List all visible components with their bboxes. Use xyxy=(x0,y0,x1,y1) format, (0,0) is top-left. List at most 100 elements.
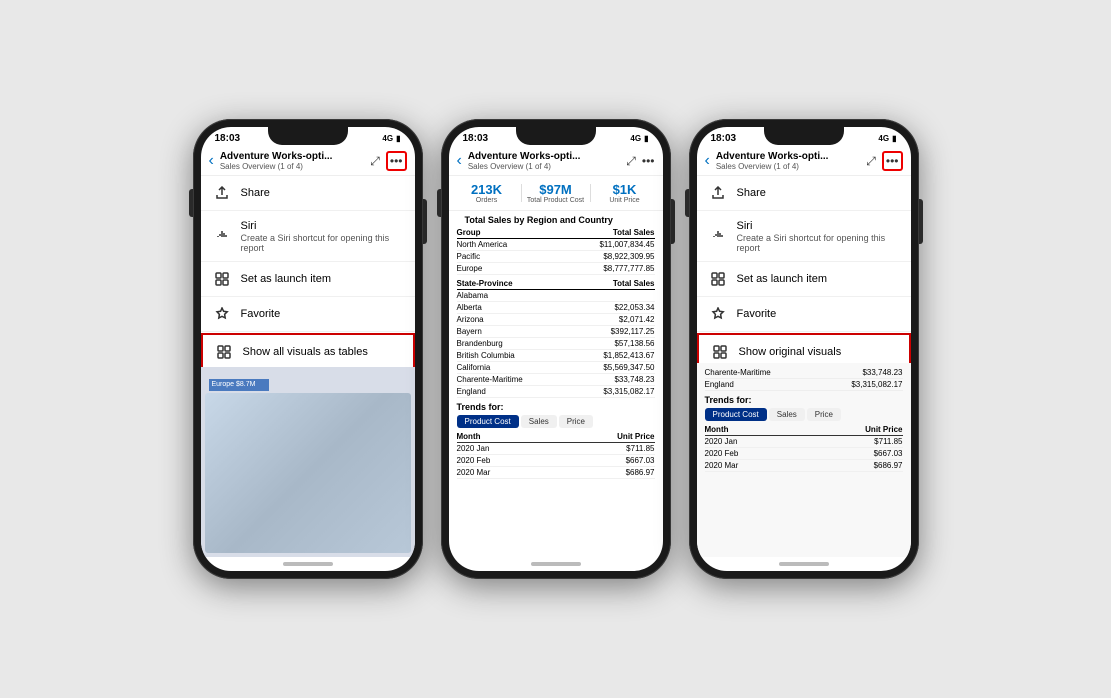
bg-row-0: Charente-Maritime $33,748.23 xyxy=(705,367,903,379)
more-icon-left[interactable]: ••• xyxy=(386,151,407,171)
region-row-2: Europe $8,777,777.85 xyxy=(457,263,655,275)
state-2-sales: $2,071.42 xyxy=(572,315,655,324)
launch-label-right: Set as launch item xyxy=(737,272,828,286)
report-content-middle: 213K Orders $97M Total Product Cost $1K … xyxy=(449,176,663,557)
back-button-left[interactable]: ‹ xyxy=(207,152,216,170)
siri-text-right: Siri Create a Siri shortcut for opening … xyxy=(737,219,899,253)
region-0-name: North America xyxy=(457,240,565,249)
bg-row-1-name: England xyxy=(705,380,734,389)
menu-share-left[interactable]: Share xyxy=(201,176,415,211)
header-icons-right: ⤢ ••• xyxy=(866,151,902,171)
expand-icon-middle[interactable]: ⤢ xyxy=(626,154,636,169)
expand-icon-left[interactable]: ⤢ xyxy=(370,154,380,169)
home-indicator-middle xyxy=(449,557,663,571)
trends-tabs-middle: Product Cost Sales Price xyxy=(457,415,655,428)
trends-table-header-middle: Month Unit Price xyxy=(457,431,655,443)
menu-launch-right[interactable]: Set as launch item xyxy=(697,262,911,297)
middle-phone-wrapper: 18:03 4G ▮ ‹ Adventure Works-opti... Sal… xyxy=(441,119,671,579)
menu-show-tables-left[interactable]: Show all visuals as tables xyxy=(201,333,415,366)
header-icons-middle: ⤢ ••• xyxy=(626,154,654,169)
state-1-sales: $22,053.34 xyxy=(572,303,655,312)
bg-bar-text: Europe $8.7M xyxy=(212,381,256,388)
phone-right-inner: 18:03 4G ▮ ‹ Adventure Works-opti... Sal… xyxy=(697,127,911,571)
kpi-orders-value: 213K xyxy=(471,182,502,197)
region-row-1: Pacific $8,922,309.95 xyxy=(457,251,655,263)
phone-middle-inner: 18:03 4G ▮ ‹ Adventure Works-opti... Sal… xyxy=(449,127,663,571)
trends-title-right: Trends for: xyxy=(705,395,903,405)
header-icons-left: ⤢ ••• xyxy=(370,151,406,171)
bg-row-1: England $3,315,082.17 xyxy=(705,379,903,391)
battery-middle: ▮ xyxy=(644,134,648,143)
menu-favorite-right[interactable]: Favorite xyxy=(697,297,911,332)
region-header: Group Total Sales xyxy=(457,227,655,239)
home-bar-left xyxy=(283,562,333,566)
trend-row-1-right: 2020 Feb $667.03 xyxy=(705,448,903,460)
state-row-1: Alberta $22,053.34 xyxy=(457,302,655,314)
back-button-right[interactable]: ‹ xyxy=(703,152,712,170)
header-title-middle: Adventure Works-opti... Sales Overview (… xyxy=(468,151,622,171)
phone-left: 18:03 4G ▮ ‹ Adventure Works-opti... Sal… xyxy=(193,119,423,579)
state-8-name: England xyxy=(457,387,573,396)
header-main-left: Adventure Works-opti... xyxy=(220,151,366,162)
state-3-sales: $392,117.25 xyxy=(572,327,655,336)
time-middle: 18:03 xyxy=(463,133,489,144)
status-icons-middle: 4G ▮ xyxy=(630,134,648,143)
kpi-price-value: $1K xyxy=(613,182,637,197)
launch-label-left: Set as launch item xyxy=(241,272,332,286)
more-icon-middle[interactable]: ••• xyxy=(642,154,655,168)
state-0-sales xyxy=(572,291,655,300)
siri-sublabel-right: Create a Siri shortcut for opening this … xyxy=(737,233,899,253)
state-row-5: British Columbia $1,852,413.67 xyxy=(457,350,655,362)
share-label-left: Share xyxy=(241,186,270,200)
header-main-middle: Adventure Works-opti... xyxy=(468,151,622,162)
trend-price-0-right: $711.85 xyxy=(804,437,903,446)
col-price-header-right: Unit Price xyxy=(804,425,903,434)
trends-title-middle: Trends for: xyxy=(457,402,655,412)
notch xyxy=(268,127,348,145)
phone-right: 18:03 4G ▮ ‹ Adventure Works-opti... Sal… xyxy=(689,119,919,579)
state-row-6: California $5,569,347.50 xyxy=(457,362,655,374)
time-right: 18:03 xyxy=(711,133,737,144)
menu-show-original-right[interactable]: Show original visuals xyxy=(697,333,911,362)
menu-launch-left[interactable]: Set as launch item xyxy=(201,262,415,297)
trend-price-0-middle: $711.85 xyxy=(556,444,655,453)
trends-middle: Trends for: Product Cost Sales Price Mon… xyxy=(449,398,663,481)
trend-tab-cost-middle[interactable]: Product Cost xyxy=(457,415,519,428)
trend-price-2-right: $686.97 xyxy=(804,461,903,470)
header-sub-right: Sales Overview (1 of 4) xyxy=(716,162,862,171)
col-group-header: Group xyxy=(457,228,565,237)
menu-siri-left[interactable]: Siri Create a Siri shortcut for opening … xyxy=(201,211,415,262)
trend-tab-price-right[interactable]: Price xyxy=(807,408,841,421)
kpi-orders-label: Orders xyxy=(476,197,497,204)
trend-tab-sales-right[interactable]: Sales xyxy=(769,408,805,421)
header-title-right: Adventure Works-opti... Sales Overview (… xyxy=(716,151,862,171)
header-sub-left: Sales Overview (1 of 4) xyxy=(220,162,366,171)
trend-row-1-middle: 2020 Feb $667.03 xyxy=(457,455,655,467)
trend-tab-sales-middle[interactable]: Sales xyxy=(521,415,557,428)
header-main-right: Adventure Works-opti... xyxy=(716,151,862,162)
more-icon-right[interactable]: ••• xyxy=(882,151,903,171)
state-8-sales: $3,315,082.17 xyxy=(572,387,655,396)
trend-tab-price-middle[interactable]: Price xyxy=(559,415,593,428)
menu-siri-right[interactable]: Siri Create a Siri shortcut for opening … xyxy=(697,211,911,262)
region-2-name: Europe xyxy=(457,264,565,273)
trend-tab-cost-right[interactable]: Product Cost xyxy=(705,408,767,421)
phone-middle: 18:03 4G ▮ ‹ Adventure Works-opti... Sal… xyxy=(441,119,671,579)
table-icon-right xyxy=(711,343,729,361)
kpi-div2 xyxy=(590,184,591,202)
show-tables-label-left: Show all visuals as tables xyxy=(243,345,368,359)
menu-left: Share Siri Create a Siri shortcut for op… xyxy=(201,176,415,367)
section-title-middle: Total Sales by Region and Country xyxy=(457,211,655,227)
menu-favorite-left[interactable]: Favorite xyxy=(201,297,415,332)
kpi-price: $1K Unit Price xyxy=(595,182,655,204)
siri-label-left: Siri xyxy=(241,219,403,233)
expand-icon-right[interactable]: ⤢ xyxy=(866,154,876,169)
back-button-middle[interactable]: ‹ xyxy=(455,152,464,170)
trend-row-2-middle: 2020 Mar $686.97 xyxy=(457,467,655,479)
bg-row-1-val: $3,315,082.17 xyxy=(851,380,902,389)
siri-icon-right xyxy=(709,227,727,245)
menu-share-right[interactable]: Share xyxy=(697,176,911,211)
kpi-price-label: Unit Price xyxy=(609,197,639,204)
siri-label-right: Siri xyxy=(737,219,899,233)
state-0-name: Alabama xyxy=(457,291,573,300)
